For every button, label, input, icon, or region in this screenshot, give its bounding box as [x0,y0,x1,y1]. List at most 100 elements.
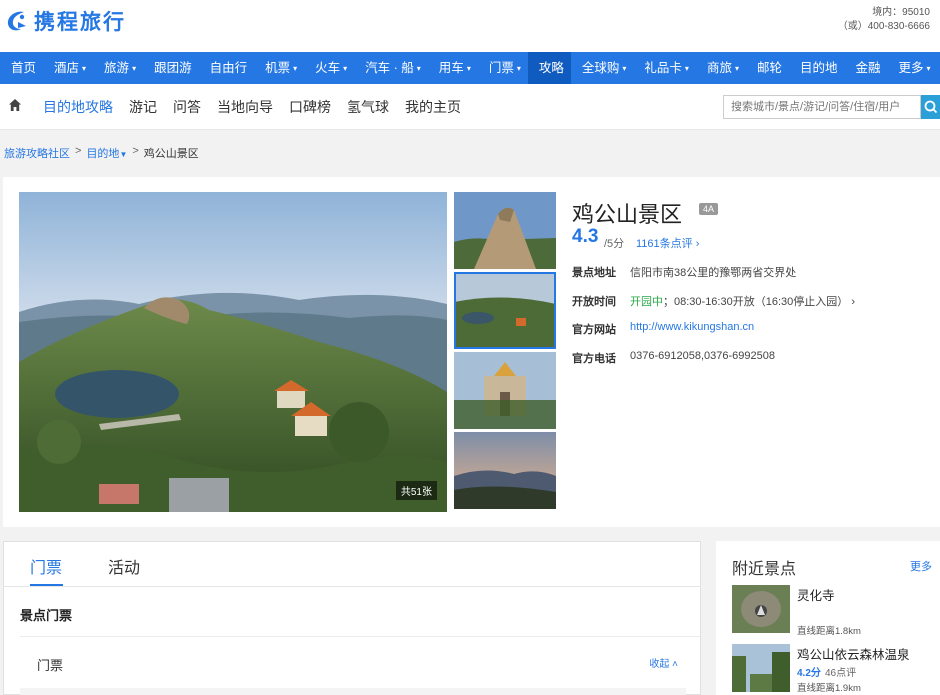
caret-down-icon: ▾ [516,64,521,73]
nav-item-label: 火车 [315,61,341,75]
sub-nav-items: 目的地攻略 游记 问答 当地向导 口碑榜 氢气球 我的主页 [43,84,477,130]
nav-item-label: 机票 [265,61,291,75]
breadcrumb-destination-link[interactable]: 目的地▼ [86,145,127,161]
thumbnail-2[interactable] [454,272,556,349]
nav-item[interactable]: 攻略 [527,52,571,84]
chevron-right-icon: › [851,296,855,308]
nav-item[interactable]: 自由行 [199,52,255,84]
breadcrumb-destination-label: 目的地 [86,148,120,160]
caret-down-icon: ▾ [734,64,739,73]
nav-item[interactable]: 首页 [0,52,43,84]
hotline-domestic: 境内：95010 [872,7,930,18]
nearby-thumbnail [732,644,790,692]
caret-down-icon: ▾ [926,64,931,73]
nav-item[interactable]: 机票 ▾ [254,52,304,84]
phone-value: 0376-6912058,0376-6992508 [630,350,775,362]
caret-down-icon: ▾ [293,64,298,73]
caret-down-icon: ▾ [82,64,87,73]
address-value: 信阳市南38公里的豫鄂两省交界处 [630,267,797,279]
collapse-label: 收起 [649,659,670,670]
poi-title: 鸡公山景区 [572,202,683,227]
level-badge: 4A [699,203,719,215]
subnav-item[interactable]: 目的地攻略 [43,84,113,130]
section-divider [20,636,700,637]
ticket-row-label: 门票 [37,658,64,673]
subnav-item[interactable]: 游记 [129,84,157,130]
caret-down-icon: ▾ [622,64,627,73]
nav-item-label: 目的地 [799,61,838,75]
website-link[interactable]: http://www.kikungshan.cn [630,321,754,333]
thumbnail-4[interactable] [454,432,556,509]
address-label: 景点地址 [572,267,616,279]
breadcrumb-community-link[interactable]: 旅游攻略社区 [4,145,70,161]
hero-photo[interactable]: 共51张 [19,192,447,512]
tab-activities[interactable]: 活动 [108,554,140,578]
nav-item[interactable]: 更多 ▾ [888,52,938,84]
nav-item-label: 汽车 · 船 [365,61,414,75]
subnav-item[interactable]: 氢气球 [347,84,389,130]
hotline-alt: （或）400-830-6666 [837,21,930,32]
breadcrumb-current: 鸡公山景区 [143,148,199,160]
nav-item[interactable]: 礼品卡 ▾ [633,52,696,84]
nearby-score: 4.2分 [797,668,821,679]
nav-item[interactable]: 邮轮 [746,52,789,84]
hotline: 境内：95010 （或）400-830-6666 [838,6,930,34]
poi-detail-card: 共51张 鸡公山景区 4A 4.3 /5分 1161条点评 › 景点地址 信阳市… [3,177,940,527]
breadcrumb: 旅游攻略社区 > 目的地▼ > 鸡公山景区 [4,145,199,161]
ticket-panel: 门票 活动 景点门票 门票 收起 ˄ [3,541,701,695]
thumbnail-1[interactable] [454,192,556,269]
nav-item[interactable]: 旅游 ▾ [93,52,143,84]
nav-item[interactable]: 汽车 · 船 ▾ [354,52,428,84]
caret-down-icon: ▾ [343,64,348,73]
tabs-divider [4,586,700,587]
nearby-more-link[interactable]: 更多 [910,558,932,574]
main-nav: 首页 酒店 ▾ 旅游 ▾ 跟团游 自由行 机票 ▾ 火车 ▾ 汽车 · 船 ▾ 用车 ▾ 门票 ▾ 攻略 全球购 ▾ 礼… [0,52,940,84]
nav-item[interactable]: 金融 [845,52,888,84]
dolphin-logo-icon [4,8,30,34]
photo-count-badge: 共51张 [395,481,437,500]
caret-down-icon: ▾ [466,64,471,73]
hours-label: 开放时间 [572,296,616,308]
ctrip-logo[interactable]: 携程旅行 [4,6,126,36]
home-icon[interactable] [8,98,22,112]
chevron-right-icon: › [695,238,700,250]
hours-text: ；08:30-16:30开放（16:30停止入园） [663,296,849,308]
nav-item[interactable]: 用车 ▾ [428,52,478,84]
tab-tickets[interactable]: 门票 [30,554,62,578]
subnav-item[interactable]: 问答 [173,84,201,130]
caret-down-icon: ▾ [684,64,689,73]
nav-item-label: 自由行 [209,61,248,75]
nearby-item[interactable]: 鸡公山依云森林温泉 4.2分 46点评 直线距离1.9km [732,644,940,694]
subnav-item[interactable]: 当地向导 [217,84,273,130]
subnav-item[interactable]: 我的主页 [405,84,461,130]
nav-item[interactable]: 全球购 ▾ [571,52,634,84]
nearby-title: 附近景点 [732,561,797,578]
breadcrumb-separator: > [132,145,139,157]
nav-item-label: 邮轮 [756,61,782,75]
phone-label: 官方电话 [572,353,616,365]
nearby-item[interactable]: 灵化寺 直线距离1.8km [732,585,940,637]
nearby-name: 灵化寺 [797,589,835,603]
nav-item-label: 门票 [488,61,514,75]
nav-item[interactable]: 酒店 ▾ [43,52,93,84]
subnav-item[interactable]: 口碑榜 [289,84,331,130]
nav-item[interactable]: 火车 ▾ [304,52,354,84]
nearby-distance: 直线距离1.9km [797,683,861,694]
review-count-link[interactable]: 1161条点评 › [636,235,699,251]
nav-item-label: 用车 [438,61,464,75]
search-button[interactable] [921,95,940,119]
nav-item[interactable]: 跟团游 [143,52,199,84]
hours-value[interactable]: 开园中；08:30-16:30开放（16:30停止入园） › [630,293,855,309]
nav-item-label: 首页 [11,61,37,75]
open-status: 开园中 [630,296,663,308]
thumbnail-3[interactable] [454,352,556,429]
nav-item[interactable]: 目的地 [789,52,845,84]
nav-item[interactable]: 门票 ▾ [478,52,528,84]
nearby-thumbnail [732,585,790,633]
nav-item-label: 攻略 [538,61,564,75]
top-header: 携程旅行 境内：95010 （或）400-830-6666 [0,0,940,52]
nav-item[interactable]: 商旅 ▾ [696,52,746,84]
nav-item-label: 礼品卡 [644,61,682,75]
collapse-button[interactable]: 收起 ˄ [649,655,678,670]
search-input[interactable] [723,95,921,119]
